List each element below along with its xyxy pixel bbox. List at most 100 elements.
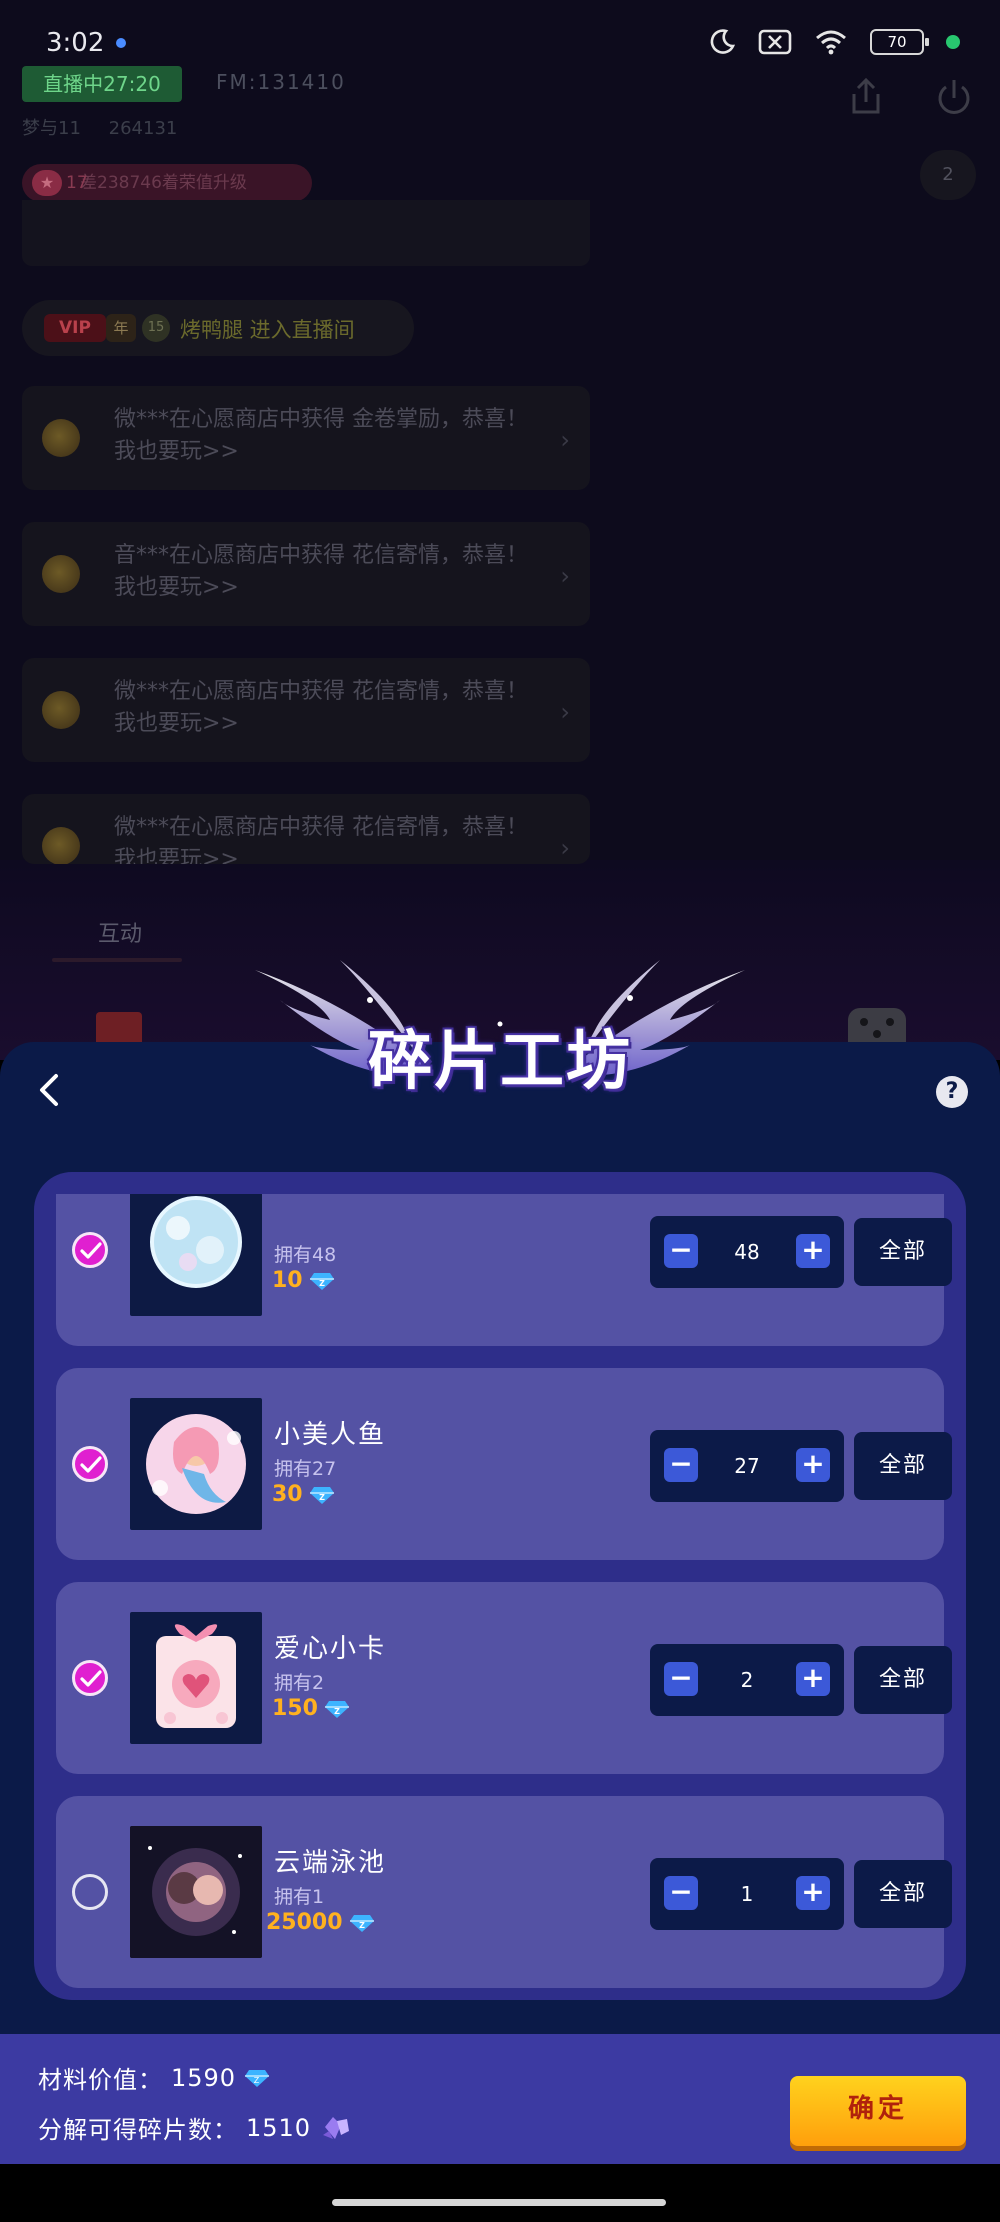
no-sim-icon (758, 29, 792, 55)
item-name: 爱心小卡 (274, 1634, 387, 1664)
item-price-value: 30 (272, 1482, 303, 1507)
fragments-label: 分解可得碎片数： (38, 2116, 238, 2144)
viewer-count[interactable]: 2 (920, 150, 976, 200)
material-value-label: 材料价值： (38, 2066, 163, 2094)
gift-icon (42, 419, 80, 457)
heart-card-image (156, 1624, 236, 1728)
chevron-right-icon: › (560, 834, 570, 862)
chat-message[interactable]: 微***在心愿商店中获得 金卷掌励，恭喜！我也要玩>> › (22, 386, 590, 490)
sheet-title-banner: 碎片工坊 (250, 940, 750, 1120)
svg-text:Z: Z (359, 1921, 365, 1930)
rank-text: 差238746着荣值升级 (80, 173, 247, 193)
gift-icon (42, 691, 80, 729)
select-all-button[interactable]: 全部 (854, 1432, 952, 1500)
quantity-stepper: − 27 + (650, 1430, 844, 1502)
increase-button[interactable]: + (796, 1234, 830, 1268)
item-owned: 拥有2 (274, 1672, 325, 1694)
select-all-button[interactable]: 全部 (854, 1218, 952, 1286)
decrease-button[interactable]: − (664, 1876, 698, 1910)
svg-text:Z: Z (334, 1707, 340, 1716)
rank-level: 17 (66, 173, 88, 193)
item-price: 150 Z (272, 1696, 350, 1721)
back-arrow-icon[interactable] (30, 1070, 70, 1110)
room-stat-host: 梦与11 (22, 118, 81, 139)
item-checkbox[interactable] (72, 1232, 108, 1268)
fragment-item[interactable]: 爱心小卡 拥有2 150 Z − 2 + 全部 (56, 1582, 952, 1774)
vip-enter-message: VIP 年 15 烤鸭腿 进入直播间 (22, 300, 414, 356)
chevron-right-icon: › (560, 426, 570, 454)
privacy-indicator-icon (946, 35, 960, 49)
power-icon[interactable] (934, 78, 974, 118)
item-price-value: 150 (272, 1696, 318, 1721)
item-price: 25000 Z (266, 1910, 375, 1935)
item-checkbox[interactable] (72, 1874, 108, 1910)
diamond-icon: Z (245, 2069, 270, 2087)
diamond-icon: Z (324, 1700, 349, 1718)
quantity-stepper: − 48 + (650, 1216, 844, 1288)
decrease-button[interactable]: − (664, 1662, 698, 1696)
check-icon (80, 1242, 102, 1259)
item-owned: 拥有48 (274, 1244, 337, 1266)
quantity-value[interactable]: 2 (700, 1644, 794, 1716)
mermaid-image (146, 1414, 246, 1514)
notification-dot-icon (116, 38, 126, 48)
fragment-item[interactable]: 小美人鱼 拥有27 30 Z − 27 + 全部 (56, 1368, 952, 1560)
chat-message[interactable]: 微***在心愿商店中获得 花信寄情，恭喜！我也要玩>> › (22, 794, 590, 864)
quantity-stepper: − 1 + (650, 1858, 844, 1930)
moon-icon (710, 29, 736, 54)
status-time: 3:02 (46, 28, 105, 58)
item-checkbox[interactable] (72, 1446, 108, 1482)
vip-tag: VIP (44, 314, 106, 342)
quantity-value[interactable]: 48 (700, 1216, 794, 1288)
fragment-crystal-icon (323, 2116, 350, 2139)
increase-button[interactable]: + (796, 1448, 830, 1482)
material-value: 1590 (171, 2063, 237, 2092)
svg-text:Z: Z (254, 2076, 260, 2085)
fragment-item[interactable]: 拥有48 10 Z − 48 + 全部 (56, 1194, 952, 1346)
fragments-line: 分解可得碎片数： 1510 (38, 2110, 353, 2145)
item-name: 云端泳池 (274, 1848, 387, 1878)
vip-level-badge: 15 (142, 314, 170, 342)
chat-message-partial (22, 200, 590, 266)
help-icon[interactable]: ? (936, 1076, 968, 1108)
quantity-value[interactable]: 27 (700, 1430, 794, 1502)
fragment-list-panel[interactable]: 拥有48 10 Z − 48 + 全部 小美人鱼 拥有27 30 Z − 27 … (34, 1172, 966, 2000)
decrease-button[interactable]: − (664, 1234, 698, 1268)
quantity-value[interactable]: 1 (700, 1858, 794, 1930)
gift-icon (42, 555, 80, 593)
item-name: 小美人鱼 (274, 1420, 387, 1450)
svg-text:Z: Z (319, 1493, 325, 1502)
item-thumbnail (130, 1826, 262, 1958)
item-price: 10 Z (272, 1268, 335, 1293)
chevron-right-icon: › (560, 562, 570, 590)
item-owned: 拥有27 (274, 1458, 337, 1480)
item-thumbnail (130, 1398, 262, 1530)
chevron-right-icon: › (560, 698, 570, 726)
increase-button[interactable]: + (796, 1876, 830, 1910)
chat-message[interactable]: 微***在心愿商店中获得 花信寄情，恭喜！我也要玩>> › (22, 658, 590, 762)
confirm-button[interactable]: 确定 (790, 2076, 966, 2146)
interact-tab[interactable]: 互动 (98, 916, 142, 948)
vip-enter-text: 烤鸭腿 进入直播间 (180, 318, 355, 342)
room-fm-id: FM:131410 (216, 70, 346, 94)
fragment-item[interactable]: 云端泳池 拥有1 25000 Z − 1 + 全部 (56, 1796, 952, 1988)
item-checkbox[interactable] (72, 1660, 108, 1696)
select-all-button[interactable]: 全部 (854, 1860, 952, 1928)
item-price: 30 Z (272, 1482, 335, 1507)
decrease-button[interactable]: − (664, 1448, 698, 1482)
chat-message[interactable]: 音***在心愿商店中获得 花信寄情，恭喜！我也要玩>> › (22, 522, 590, 626)
diamond-icon: Z (309, 1486, 334, 1504)
share-icon[interactable] (846, 76, 886, 116)
gift-icon (42, 827, 80, 864)
star-icon: ★ (32, 170, 62, 196)
check-icon (80, 1456, 102, 1473)
battery-icon: 70 (870, 29, 929, 55)
select-all-button[interactable]: 全部 (854, 1646, 952, 1714)
item-thumbnail (130, 1612, 262, 1744)
increase-button[interactable]: + (796, 1662, 830, 1696)
fragment-list[interactable]: 拥有48 10 Z − 48 + 全部 小美人鱼 拥有27 30 Z − 27 … (34, 1194, 966, 2000)
live-duration-badge: 直播中27:20 (22, 66, 182, 102)
home-gesture-handle[interactable] (332, 2199, 666, 2206)
status-icons: 70 (708, 28, 960, 56)
item-price-value: 10 (272, 1268, 303, 1293)
